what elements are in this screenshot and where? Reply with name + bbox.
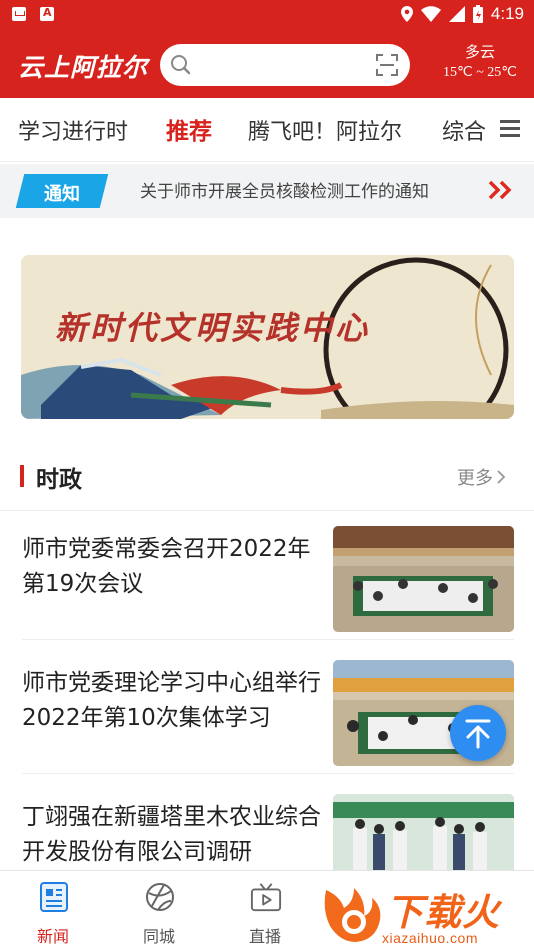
- news-separator: [22, 639, 514, 640]
- tab-recommend[interactable]: 推荐: [166, 112, 212, 146]
- app-notification-icon: [40, 6, 54, 21]
- watermark-url: xiazaihuo.com: [382, 930, 478, 946]
- app-logo: 云上阿拉尔: [18, 53, 149, 82]
- news-title[interactable]: 师市党委理论学习中心组举行2022年第10次集体学习: [22, 666, 322, 736]
- more-label: 更多: [457, 468, 493, 489]
- fire-logo-icon: [324, 888, 381, 942]
- banner-carousel[interactable]: 新时代文明实践中心: [21, 255, 514, 419]
- tab-general[interactable]: 综合: [442, 114, 486, 146]
- double-chevron-right-icon[interactable]: [488, 180, 514, 200]
- city-icon: [146, 883, 174, 911]
- signal-icon: [448, 6, 465, 22]
- tab-alar[interactable]: 腾飞吧！阿拉尔: [248, 114, 402, 146]
- nav-label: 同城: [142, 927, 175, 946]
- news-icon: [40, 882, 68, 912]
- chevron-right-icon: [497, 470, 506, 484]
- battery-icon: [472, 5, 483, 23]
- search-icon[interactable]: [170, 54, 192, 76]
- news-thumbnail[interactable]: [333, 526, 514, 632]
- menu-icon[interactable]: [488, 118, 534, 148]
- news-thumbnail[interactable]: [333, 794, 514, 876]
- banner-title: 新时代文明实践中心: [55, 309, 371, 347]
- news-title[interactable]: 师市党委常委会召开2022年第19次会议: [22, 532, 322, 602]
- news-item[interactable]: 师市党委常委会召开2022年第19次会议: [0, 520, 534, 640]
- watermark: 下载火 xiazaihuo.com: [318, 880, 534, 948]
- search-input[interactable]: [160, 44, 410, 86]
- wifi-icon: [420, 6, 441, 22]
- clock: 4:19: [490, 4, 524, 23]
- scan-icon[interactable]: [376, 54, 398, 76]
- news-title[interactable]: 丁翊强在新疆塔里木农业综合开发股份有限公司调研: [22, 800, 322, 870]
- arrow-up-icon: [465, 719, 491, 749]
- category-tabs: 学习进行时 推荐 腾飞吧！阿拉尔 综合: [0, 98, 534, 162]
- location-icon: [400, 6, 413, 22]
- weather-condition: 多云: [464, 43, 495, 61]
- notice-text[interactable]: 关于师市开展全员核酸检测工作的通知: [140, 177, 429, 202]
- status-bar: 4:19: [0, 0, 534, 30]
- watermark-text: 下载火: [386, 891, 500, 934]
- section-accent-bar: [20, 465, 24, 487]
- notice-bar[interactable]: 通知 关于师市开展全员核酸检测工作的通知: [0, 164, 534, 218]
- nav-city[interactable]: 同城: [106, 871, 212, 950]
- back-to-top-button[interactable]: [450, 705, 506, 761]
- section-title: 时政: [36, 467, 82, 493]
- mail-notification-icon: [12, 7, 26, 21]
- nav-news[interactable]: 新闻: [0, 871, 106, 950]
- notification-icons: [12, 6, 54, 21]
- nav-live[interactable]: 直播: [212, 871, 318, 950]
- notice-badge: 通知: [15, 174, 109, 208]
- more-link[interactable]: 更多: [457, 464, 506, 490]
- section-divider: [0, 510, 534, 511]
- news-separator: [22, 773, 514, 774]
- tab-study[interactable]: 学习进行时: [18, 114, 128, 146]
- nav-label: 新闻: [36, 927, 69, 946]
- app-header: 云上阿拉尔 多云 15℃ ~ 25℃: [0, 30, 534, 98]
- weather-widget[interactable]: 多云 15℃ ~ 25℃: [432, 42, 528, 84]
- weather-temperature: 15℃ ~ 25℃: [442, 65, 518, 80]
- tv-icon: [250, 883, 282, 912]
- section-header: 时政 更多: [0, 450, 534, 502]
- nav-label: 直播: [248, 927, 281, 946]
